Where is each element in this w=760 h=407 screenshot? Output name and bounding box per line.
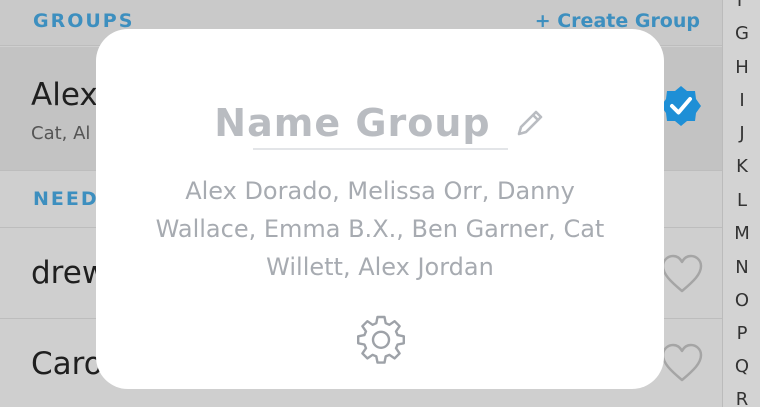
group-name: Alex [31, 77, 98, 113]
need-section-title: NEED [33, 188, 99, 210]
group-members-list: Alex Dorado, Melissa Orr, Danny Wallace,… [155, 177, 605, 281]
name-group-field[interactable]: Name Group [96, 101, 664, 145]
groups-section-title: GROUPS [33, 10, 135, 32]
name-group-title[interactable]: Name Group [214, 101, 490, 145]
alpha-letter[interactable]: F [723, 0, 760, 11]
alpha-letter[interactable]: K [723, 156, 760, 177]
alpha-letter[interactable]: N [723, 257, 760, 278]
alpha-letter[interactable]: O [723, 290, 760, 311]
alpha-letter[interactable]: H [723, 57, 760, 78]
heart-icon[interactable] [660, 342, 704, 386]
pencil-icon[interactable] [514, 107, 546, 139]
alpha-letter[interactable]: R [723, 389, 760, 407]
alpha-letter[interactable]: Q [723, 356, 760, 377]
divider [253, 148, 508, 150]
heart-icon[interactable] [660, 253, 704, 297]
alpha-letter[interactable]: M [723, 223, 760, 244]
alpha-letter[interactable]: I [723, 90, 760, 111]
group-modal: Name Group Alex Dorado, Melissa Orr, Dan… [96, 29, 664, 389]
alpha-letter[interactable]: L [723, 190, 760, 211]
contact-name: Caro [31, 346, 103, 382]
group-members-preview: Cat, Al [31, 123, 91, 144]
alphabet-index[interactable]: F G H I J K L M N O P Q R [722, 0, 760, 407]
alpha-letter[interactable]: G [723, 23, 760, 44]
alpha-letter[interactable]: J [723, 123, 760, 144]
alpha-letter[interactable]: P [723, 323, 760, 344]
check-badge-icon[interactable] [660, 85, 702, 127]
gear-icon[interactable] [355, 313, 407, 365]
